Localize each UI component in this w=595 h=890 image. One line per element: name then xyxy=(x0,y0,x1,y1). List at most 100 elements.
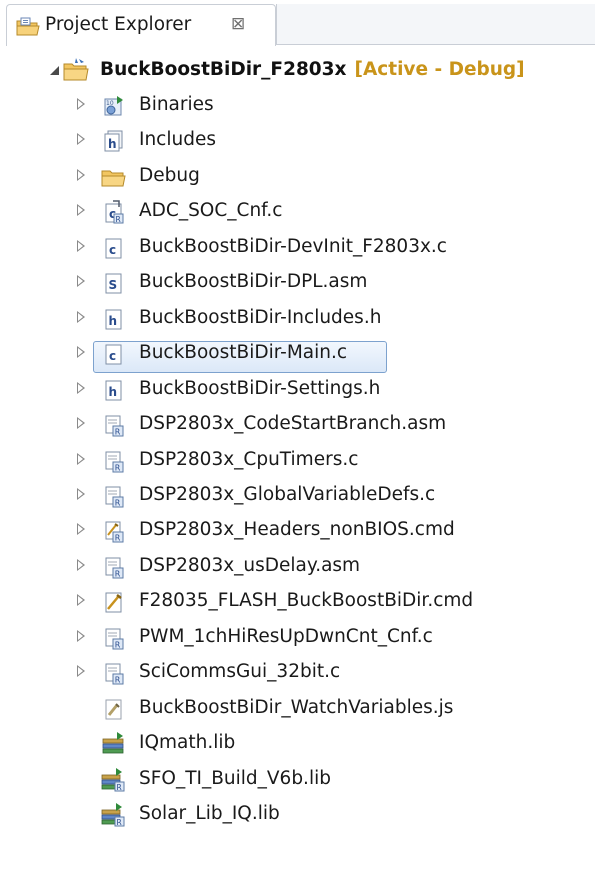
linked-file-icon: R xyxy=(105,557,124,579)
tree-item-debug[interactable]: Debug xyxy=(0,160,595,194)
tree-item-sfo-ti-build-v6b-lib[interactable]: R SFO_TI_Build_V6b.lib xyxy=(0,763,595,797)
c-linked-source-icon: cR xyxy=(105,200,124,224)
project-config-label: [Active - Debug] xyxy=(354,59,525,80)
svg-text:R: R xyxy=(115,428,121,437)
tree-item-dsp2803x-usdelay-asm[interactable]: R DSP2803x_usDelay.asm xyxy=(0,550,595,584)
expand-icon[interactable] xyxy=(77,240,85,252)
expand-icon[interactable] xyxy=(77,169,85,181)
tab-project-explorer[interactable]: Project Explorer ⊠ xyxy=(6,4,276,46)
tree-item-label: Debug xyxy=(139,165,200,186)
svg-text:h: h xyxy=(108,137,117,151)
svg-text:h: h xyxy=(109,314,118,328)
binaries-icon: 10 xyxy=(104,96,123,116)
tree-item-label: Includes xyxy=(139,129,216,150)
tree-item-adc-soc-cnf-c[interactable]: c R ADC_SOC_Cnf.c xyxy=(0,195,595,229)
svg-text:c: c xyxy=(109,349,116,363)
tree-item-label: Solar_Lib_IQ.lib xyxy=(139,803,280,824)
tree-item-label: DSP2803x_GlobalVariableDefs.c xyxy=(139,484,436,505)
library-icon xyxy=(102,732,124,754)
svg-text:R: R xyxy=(115,641,121,650)
folder-icon xyxy=(101,170,126,187)
asm-source-icon: S xyxy=(105,273,122,294)
expand-icon[interactable] xyxy=(77,594,85,606)
tree-item-label: DSP2803x_Headers_nonBIOS.cmd xyxy=(139,519,455,540)
tree-item-label: BuckBoostBiDir_WatchVariables.js xyxy=(139,697,454,718)
expand-icon[interactable] xyxy=(77,523,85,535)
tree-item-buckboostbidir-includes-h[interactable]: h BuckBoostBiDir-Includes.h xyxy=(0,302,595,336)
tree-item-binaries[interactable]: 10 Binaries xyxy=(0,89,595,123)
expand-icon[interactable] xyxy=(77,98,85,110)
tab-bar-background xyxy=(276,4,595,45)
tree-item-dsp2803x-codestartbranch-asm[interactable]: R DSP2803x_CodeStartBranch.asm xyxy=(0,408,595,442)
svg-text:R: R xyxy=(115,534,121,543)
tree-item-f28035-flash-buckboostbidir-cmd[interactable]: F28035_FLASH_BuckBoostBiDir.cmd xyxy=(0,585,595,619)
expand-icon[interactable] xyxy=(77,133,85,145)
svg-text:R: R xyxy=(115,570,121,579)
project-folder-icon xyxy=(63,58,89,81)
expand-icon[interactable] xyxy=(77,204,85,216)
project-root-node[interactable]: BuckBoostBiDir_F2803x [Active - Debug] xyxy=(0,54,595,88)
expand-icon[interactable] xyxy=(77,275,85,287)
tree-item-dsp2803x-cputimers-c[interactable]: R DSP2803x_CpuTimers.c xyxy=(0,444,595,478)
script-file-icon xyxy=(105,699,122,720)
project-explorer-view: Project Explorer ⊠ BuckBoostBiDir_F2803x… xyxy=(0,0,595,890)
tree-item-label: IQmath.lib xyxy=(139,732,236,753)
tree-item-label: SciCommsGui_32bit.c xyxy=(139,661,341,682)
expand-icon[interactable] xyxy=(77,311,85,323)
tree-item-dsp2803x-globalvariabledefs-c[interactable]: R DSP2803x_GlobalVariableDefs.c xyxy=(0,479,595,513)
tree-item-label: BuckBoostBiDir-DPL.asm xyxy=(139,271,368,292)
tree-item-label: DSP2803x_CodeStartBranch.asm xyxy=(139,413,447,434)
svg-text:h: h xyxy=(109,385,118,399)
tree-item-label: ADC_SOC_Cnf.c xyxy=(139,200,283,221)
tree-item-label: Binaries xyxy=(139,94,214,115)
project-name: BuckBoostBiDir_F2803x xyxy=(100,59,347,80)
header-file-icon: h xyxy=(105,380,122,401)
tree-item-label: BuckBoostBiDir-Includes.h xyxy=(139,307,382,328)
expand-icon[interactable] xyxy=(77,630,85,642)
tree-item-label: F28035_FLASH_BuckBoostBiDir.cmd xyxy=(139,590,474,611)
linked-file-icon: R xyxy=(105,451,124,473)
expand-icon[interactable] xyxy=(77,665,85,677)
svg-text:R: R xyxy=(115,676,121,685)
expand-icon[interactable] xyxy=(77,346,85,358)
expand-icon[interactable] xyxy=(77,488,85,500)
project-explorer-icon xyxy=(16,17,40,36)
tree-item-solar-lib-iq-lib[interactable]: R Solar_Lib_IQ.lib xyxy=(0,798,595,832)
expand-icon[interactable] xyxy=(77,453,85,465)
expand-icon[interactable] xyxy=(77,417,85,429)
tree-item-includes[interactable]: h Includes xyxy=(0,124,595,158)
expand-icon[interactable] xyxy=(77,559,85,571)
c-source-icon: c xyxy=(105,344,122,365)
tree-item-scicommsgui-32bit-c[interactable]: R SciCommsGui_32bit.c xyxy=(0,656,595,690)
close-icon[interactable]: ⊠ xyxy=(231,14,245,34)
tree-item-label: BuckBoostBiDir-Main.c xyxy=(139,342,348,363)
tree-item-label: PWM_1chHiResUpDwnCnt_Cnf.c xyxy=(139,626,433,647)
expand-icon[interactable] xyxy=(77,382,85,394)
tree-item-buckboostbidir-settings-h[interactable]: h BuckBoostBiDir-Settings.h xyxy=(0,373,595,407)
svg-text:R: R xyxy=(117,818,122,827)
tree-item-buckboostbidir-watchvariables-js[interactable]: BuckBoostBiDir_WatchVariables.js xyxy=(0,692,595,726)
tree-item-pwm-1chhiresupdwncnt-cnf-c[interactable]: R PWM_1chHiResUpDwnCnt_Cnf.c xyxy=(0,621,595,655)
linked-file-icon: R xyxy=(105,663,124,685)
linked-library-icon: R xyxy=(101,768,125,792)
tab-title: Project Explorer xyxy=(45,14,192,35)
linked-file-icon: R xyxy=(105,415,124,437)
svg-text:R: R xyxy=(117,783,122,792)
tree-item-buckboostbidir-devinit-f2803x-c[interactable]: c BuckBoostBiDir-DevInit_F2803x.c xyxy=(0,231,595,265)
tree-item-label: BuckBoostBiDir-Settings.h xyxy=(139,378,381,399)
svg-text:S: S xyxy=(109,278,118,292)
svg-text:c: c xyxy=(109,243,116,257)
cmd-file-icon xyxy=(105,592,122,613)
linked-library-icon: R xyxy=(101,803,125,827)
includes-icon: h xyxy=(104,130,123,152)
c-source-icon: c xyxy=(105,238,122,259)
linked-file-icon: R xyxy=(105,486,124,508)
tree-item-buckboostbidir-dpl-asm[interactable]: S BuckBoostBiDir-DPL.asm xyxy=(0,266,595,300)
tree-item-buckboostbidir-main-c[interactable]: c BuckBoostBiDir-Main.c xyxy=(0,337,595,371)
svg-text:R: R xyxy=(116,215,121,224)
view-tab-bar: Project Explorer ⊠ xyxy=(0,0,595,46)
linked-cmd-icon: R xyxy=(105,521,124,543)
tree-item-iqmath-lib[interactable]: IQmath.lib xyxy=(0,727,595,761)
tree-item-dsp2803x-headers-nonbios-cmd[interactable]: R DSP2803x_Headers_nonBIOS.cmd xyxy=(0,514,595,548)
header-file-icon: h xyxy=(105,309,122,330)
